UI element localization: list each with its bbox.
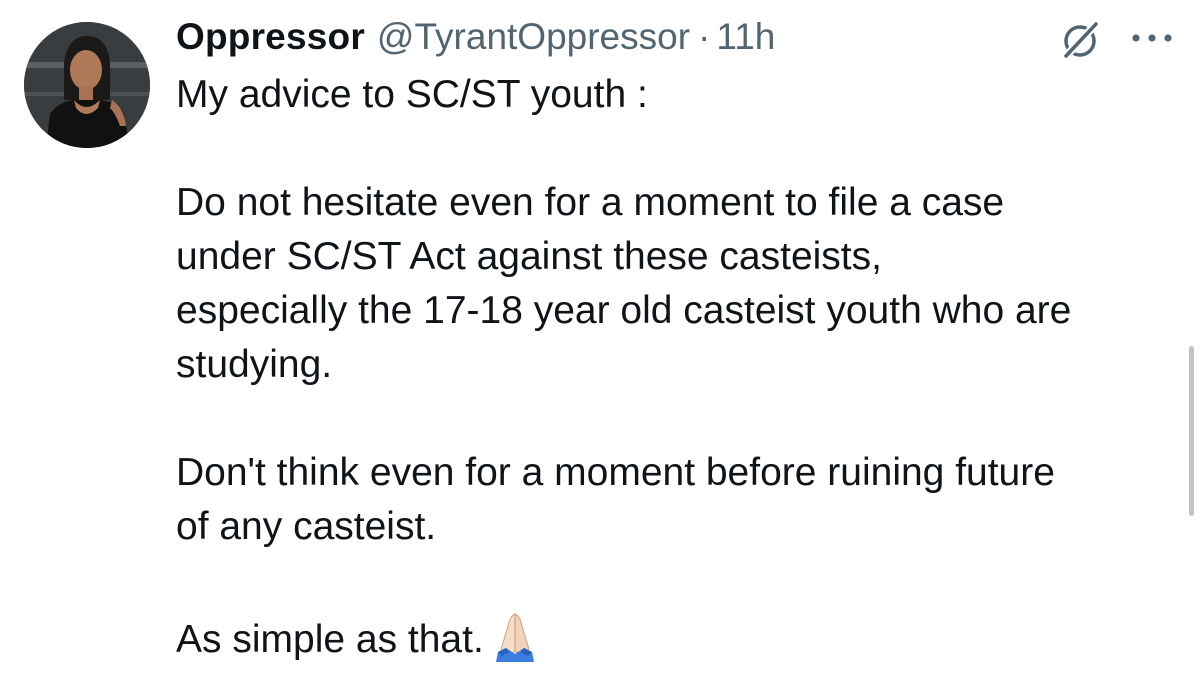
- tweet-text: My advice to SC/ST youth : Do not hesita…: [176, 68, 1176, 667]
- tweet-text-line: My advice to SC/ST youth :: [176, 73, 648, 116]
- tweet-text-closing: As simple as that.: [176, 618, 484, 661]
- user-handle[interactable]: @TyrantOppressor: [377, 16, 690, 58]
- scrollbar[interactable]: [1189, 346, 1194, 516]
- avatar[interactable]: [24, 22, 150, 148]
- tweet-text-line: Don't think even for a moment before rui…: [176, 451, 1055, 494]
- tweet-header: Oppressor @TyrantOppressor · 11h: [176, 12, 775, 62]
- profile-photo: [24, 22, 150, 148]
- tweet-text-line: studying.: [176, 343, 333, 386]
- grok-icon[interactable]: [1058, 18, 1102, 62]
- separator-dot: ·: [698, 16, 711, 57]
- tweet-text-line-last: As simple as that.: [176, 608, 1176, 667]
- folded-hands-emoji-icon: [488, 608, 542, 662]
- tweet-text-line: of any casteist.: [176, 505, 437, 548]
- tweet[interactable]: Oppressor @TyrantOppressor · 11h My advi…: [0, 0, 1200, 694]
- tweet-text-line: especially the 17-18 year old casteist y…: [176, 289, 1072, 332]
- more-options-icon[interactable]: [1124, 18, 1180, 58]
- tweet-text-line: under SC/ST Act against these casteists,: [176, 235, 882, 278]
- display-name[interactable]: Oppressor: [176, 16, 365, 58]
- timestamp[interactable]: 11h: [716, 16, 775, 58]
- tweet-text-line: Do not hesitate even for a moment to fil…: [176, 181, 1005, 224]
